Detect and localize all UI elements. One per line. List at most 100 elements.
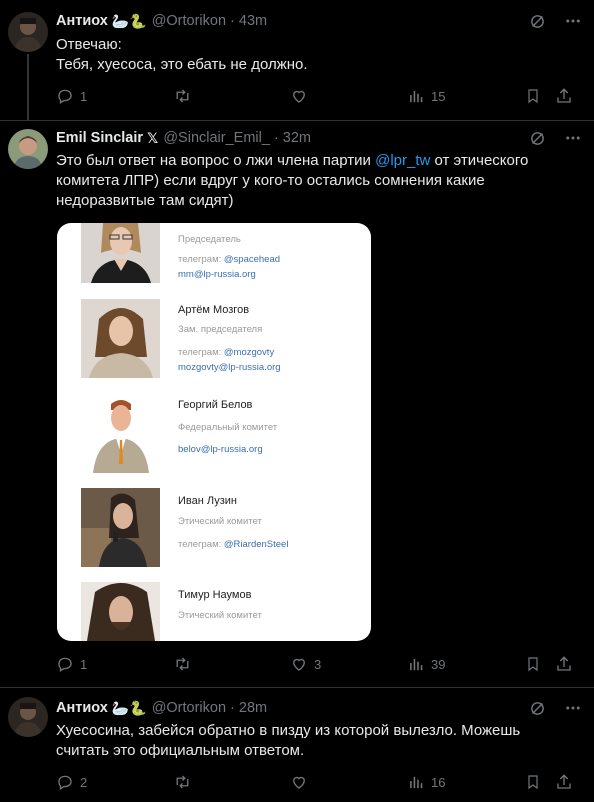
avatar[interactable]	[8, 129, 48, 169]
more-icon[interactable]	[564, 12, 582, 30]
member-name: Тимур Наумов	[178, 589, 252, 601]
member-photo	[81, 394, 160, 473]
member-email[interactable]: mozgovty@lp-russia.org	[178, 362, 281, 373]
reply-icon	[58, 657, 72, 672]
grok-icon[interactable]	[528, 699, 546, 717]
telegram-label: телеграм:	[178, 539, 224, 550]
retweet-button[interactable]	[173, 87, 192, 105]
avatar[interactable]	[8, 697, 48, 737]
action-bar: 1 3 39	[56, 654, 582, 674]
bookmark-button[interactable]	[525, 655, 541, 673]
reply-button[interactable]: 2	[56, 773, 87, 791]
member-email[interactable]: mm@lp-russia.org	[178, 269, 256, 280]
like-count: 3	[314, 656, 322, 672]
member-card: Тимур Наумов Этический комитет	[57, 582, 371, 641]
tweet-text: Это был ответ на вопрос о лжи члена парт…	[56, 151, 536, 211]
telegram-link[interactable]: @mozgovty	[224, 347, 274, 358]
name-emojis: 🦢🐍	[111, 699, 147, 716]
header-actions	[528, 699, 582, 717]
views-button[interactable]: 16	[408, 774, 445, 791]
views-count: 39	[431, 656, 446, 672]
tweet-text-line: Отвечаю:	[56, 36, 122, 53]
like-icon	[293, 776, 305, 789]
mention-link[interactable]: @lpr_tw	[375, 152, 430, 169]
member-role: Этический комитет	[178, 516, 262, 527]
tweet-text: Хуесосина, забейся обратно в пизду из ко…	[56, 722, 521, 759]
reply-icon	[58, 89, 72, 104]
reply-button[interactable]: 1	[56, 655, 87, 673]
telegram-link[interactable]: @spacehead	[224, 254, 280, 265]
views-icon	[410, 90, 423, 102]
more-icon[interactable]	[564, 129, 582, 147]
user-handle[interactable]: @Sinclair_Emil_	[163, 130, 270, 146]
timestamp[interactable]: 32m	[283, 130, 311, 146]
views-button[interactable]: 15	[408, 88, 445, 105]
member-name: Артём Мозгов	[178, 304, 250, 316]
name-emojis: 🦢🐍	[111, 12, 147, 29]
tweet-3[interactable]: Антиох 🦢🐍 @Ortorikon · 28m Хуесосина, за…	[0, 688, 594, 802]
member-photo	[81, 299, 160, 378]
member-telegram: телеграм: @spacehead	[178, 254, 280, 265]
like-button[interactable]: 3	[290, 655, 321, 673]
retweet-icon	[176, 89, 189, 103]
bookmark-icon	[528, 657, 538, 672]
share-icon	[557, 774, 571, 789]
user-handle[interactable]: @Ortorikon	[152, 700, 226, 716]
display-name[interactable]: Emil Sinclair	[56, 130, 143, 146]
share-button[interactable]	[555, 87, 573, 105]
views-count: 16	[431, 774, 446, 790]
retweet-icon	[176, 775, 189, 789]
timestamp[interactable]: 43m	[239, 13, 267, 29]
share-button[interactable]	[555, 773, 573, 791]
reply-count: 1	[80, 656, 88, 672]
like-button[interactable]	[290, 87, 308, 105]
tweet-header: Emil Sinclair 𝕏 @Sinclair_Emil_ · 32m	[56, 128, 311, 148]
telegram-label: телеграм:	[178, 347, 224, 358]
grok-icon[interactable]	[528, 12, 546, 30]
member-name: Иван Лузин	[178, 495, 237, 507]
avatar[interactable]	[8, 12, 48, 52]
retweet-button[interactable]	[173, 655, 192, 673]
x-badge-icon: 𝕏	[147, 129, 159, 146]
share-button[interactable]	[555, 655, 573, 673]
member-role: Федеральный комитет	[178, 422, 278, 433]
member-photo	[81, 582, 160, 641]
reply-count: 1	[80, 88, 88, 104]
bookmark-icon	[528, 775, 538, 790]
views-button[interactable]: 39	[408, 656, 445, 673]
tweet-header: Антиох 🦢🐍 @Ortorikon · 28m	[56, 698, 267, 718]
reply-count: 2	[80, 774, 88, 790]
tweet-text: Отвечаю: Тебя, хуесоса, это ебать не дол…	[56, 35, 580, 75]
display-name[interactable]: Антиох	[56, 700, 108, 716]
member-telegram: телеграм: @mozgovty	[178, 347, 274, 358]
bookmark-button[interactable]	[525, 773, 541, 791]
user-handle[interactable]: @Ortorikon	[152, 13, 226, 29]
member-telegram: телеграм: @RiardenSteel	[178, 539, 288, 550]
tweet-1[interactable]: Антиох 🦢🐍 @Ortorikon · 43m Отвечаю: Тебя…	[0, 0, 594, 120]
separator-dot: ·	[230, 700, 235, 716]
retweet-button[interactable]	[173, 773, 192, 791]
like-icon	[293, 658, 305, 671]
more-icon[interactable]	[564, 699, 582, 717]
tweet-header: Антиох 🦢🐍 @Ortorikon · 43m	[56, 11, 267, 31]
member-role: Этический комитет	[178, 610, 262, 621]
separator-dot: ·	[273, 130, 279, 146]
telegram-link[interactable]: @RiardenSteel	[224, 539, 289, 550]
member-card: Иван Лузин Этический комитет телеграм: @…	[57, 488, 371, 578]
bookmark-button[interactable]	[525, 87, 541, 105]
like-icon	[293, 90, 305, 103]
reply-icon	[58, 775, 72, 790]
retweet-icon	[176, 657, 189, 671]
member-email[interactable]: belov@lp-russia.org	[178, 444, 263, 455]
bookmark-icon	[528, 89, 538, 104]
member-photo	[81, 488, 160, 567]
attached-image[interactable]: Председатель телеграм: @spacehead mm@lp-…	[57, 223, 371, 641]
reply-button[interactable]: 1	[56, 87, 87, 105]
share-icon	[557, 656, 571, 671]
member-role: Председатель	[178, 234, 241, 245]
display-name[interactable]: Антиох	[56, 13, 108, 29]
timestamp[interactable]: 28m	[239, 700, 267, 716]
tweet-text-line: Тебя, хуесоса, это ебать не должно.	[56, 56, 308, 73]
grok-icon[interactable]	[528, 129, 546, 147]
like-button[interactable]	[290, 773, 308, 791]
